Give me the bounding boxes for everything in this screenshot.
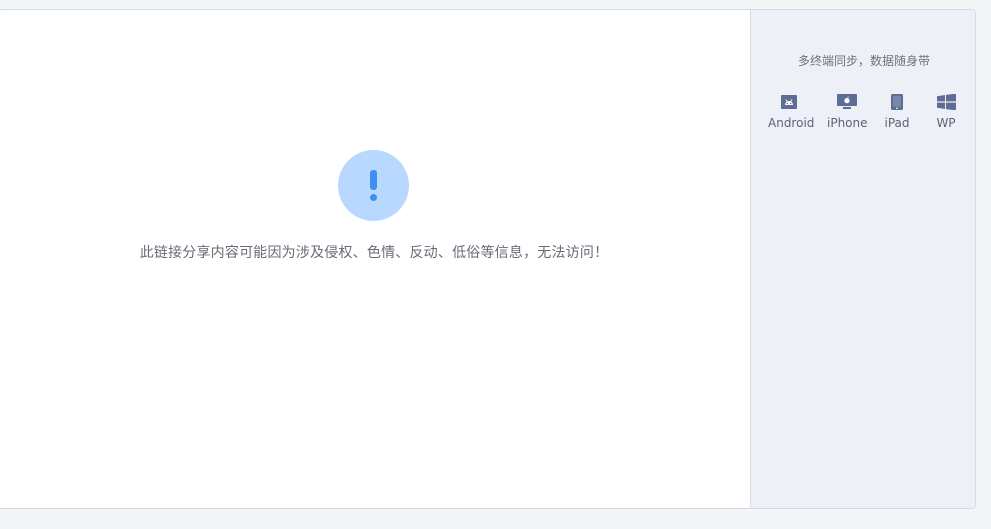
iphone-icon (827, 93, 867, 111)
platform-iphone[interactable]: iPhone (827, 93, 868, 130)
exclamation-bar (370, 170, 377, 190)
exclamation-icon (338, 150, 409, 221)
platform-list: Android iPhone iPad WP (761, 93, 971, 133)
platform-label: Android (768, 116, 815, 130)
main-area: 此链接分享内容可能因为涉及侵权、色情、反动、低俗等信息，无法访问！ (0, 10, 749, 508)
android-icon (768, 93, 810, 111)
platform-android[interactable]: Android (768, 93, 815, 130)
error-message: 此链接分享内容可能因为涉及侵权、色情、反动、低俗等信息，无法访问！ (139, 245, 609, 261)
platform-label: WP (936, 116, 956, 130)
exclamation-dot (370, 194, 377, 201)
windows-phone-icon (931, 93, 961, 111)
sidebar-title: 多终端同步，数据随身带 (797, 54, 930, 68)
platform-ipad[interactable]: iPad (883, 93, 911, 130)
platform-label: iPhone (827, 116, 868, 130)
platform-wp[interactable]: WP (931, 93, 961, 130)
download-sidebar: 多终端同步，数据随身带 Android iPhone iPad WP (750, 10, 975, 508)
platform-label: iPad (884, 116, 910, 130)
content-panel: 此链接分享内容可能因为涉及侵权、色情、反动、低俗等信息，无法访问！ 多终端同步，… (0, 9, 976, 509)
ipad-icon (883, 93, 911, 111)
